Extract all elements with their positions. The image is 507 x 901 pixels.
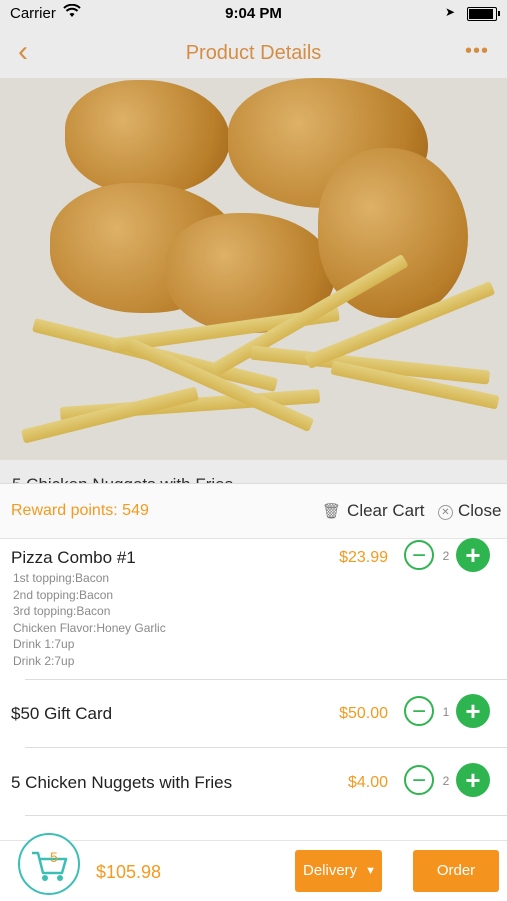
increase-quantity-button[interactable]: + [456,763,490,797]
delivery-label: Delivery [303,862,358,879]
cart-button[interactable]: 5 [18,833,80,895]
reward-bar: Reward points: 549 🗑︎ Clear Cart ✕ Close [0,484,507,539]
clear-cart-label: Clear Cart [347,501,425,520]
decrease-quantity-button[interactable]: − [404,696,434,726]
item-option: Drink 2:7up [13,653,75,668]
cart-sheet: Reward points: 549 🗑︎ Clear Cart ✕ Close P… [0,483,507,901]
delivery-dropdown[interactable]: Delivery ▼ [295,850,382,892]
item-price: $23.99 [339,549,388,566]
item-option: Chicken Flavor:Honey Garlic [13,620,166,635]
item-quantity: 2 [442,774,450,788]
checkout-bar: 5 $105.98 Delivery ▼ Order [0,833,507,901]
item-option: 3rd topping:Bacon [13,604,111,618]
item-name: Pizza Combo #1 [11,548,136,567]
clear-cart-button[interactable]: 🗑︎ Clear Cart [322,501,425,521]
dim-overlay[interactable] [0,0,507,483]
cart-total: $105.98 [96,862,162,882]
decrease-quantity-button[interactable]: − [404,540,434,570]
divider [25,815,507,816]
order-button[interactable]: Order [413,850,499,892]
item-name: $50 Gift Card [11,704,113,723]
trash-icon: 🗑︎ [322,503,342,520]
item-price: $50.00 [339,705,388,722]
reward-points: Reward points: 549 [11,502,149,519]
decrease-quantity-button[interactable]: − [404,765,434,795]
cart-item: 5 Chicken Nuggets with Fries $4.00 − 2 + [0,748,507,816]
item-option: 2nd topping:Bacon [13,587,114,602]
item-name: 5 Chicken Nuggets with Fries [11,773,233,792]
item-option: 1st topping:Bacon [13,571,110,585]
increase-quantity-button[interactable]: + [456,694,490,728]
item-price: $4.00 [347,774,388,791]
item-quantity: 1 [442,705,450,719]
close-button[interactable]: ✕ Close [438,501,501,521]
cart-item: $50 Gift Card $50.00 − 1 + [0,680,507,748]
caret-down-icon: ▼ [365,865,376,877]
cart-count: 5 [50,849,58,865]
cart-item: Pizza Combo #1 $23.99 1st topping:Bacon … [0,538,507,680]
close-label: Close [458,501,502,520]
item-options: 1st topping:Bacon 2nd topping:Bacon 3rd … [13,570,166,669]
increase-quantity-button[interactable]: + [456,538,490,572]
item-option: Drink 1:7up [13,637,75,651]
close-icon: ✕ [438,505,453,520]
item-quantity: 2 [442,549,450,563]
